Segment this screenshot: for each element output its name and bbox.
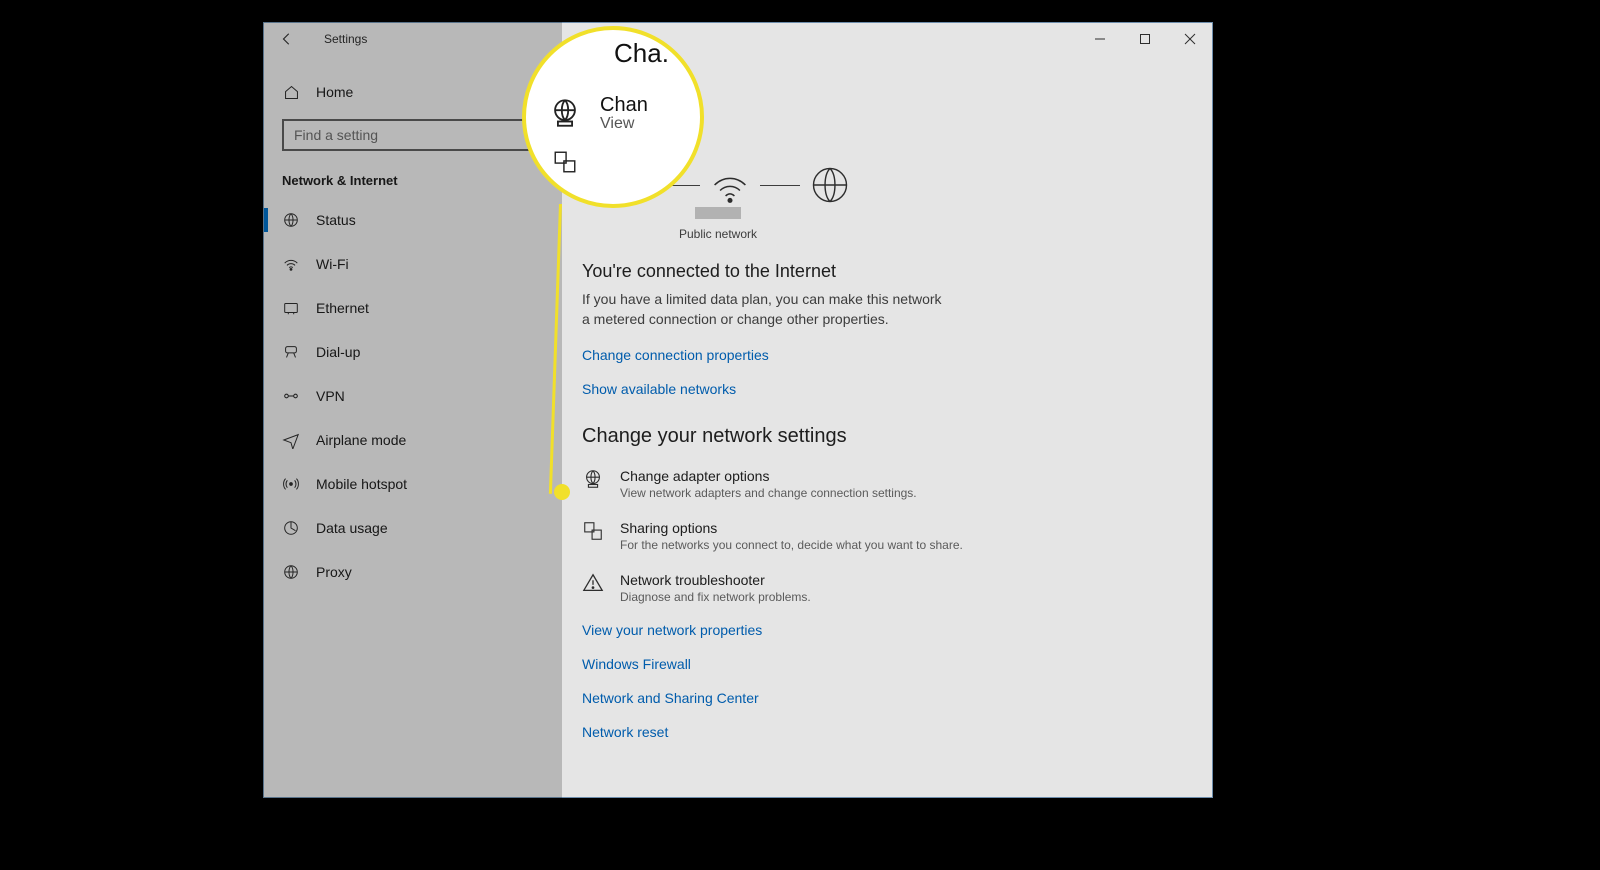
titlebar: Settings [264, 23, 1212, 55]
magnifier-option-sub: View [600, 115, 648, 133]
option-desc: For the networks you connect to, decide … [620, 538, 963, 552]
sidebar-item-label: Proxy [316, 564, 352, 580]
sidebar-item-label: Mobile hotspot [316, 476, 407, 492]
sidebar-item-label: Dial-up [316, 344, 360, 360]
option-desc: View network adapters and change connect… [620, 486, 917, 500]
wifi-graphic-icon [708, 163, 752, 207]
sidebar-item-datausage[interactable]: Data usage [264, 506, 562, 550]
proxy-icon [282, 563, 300, 581]
maximize-button[interactable] [1122, 23, 1167, 55]
redacted-ssid [695, 207, 741, 219]
option-desc: Diagnose and fix network problems. [620, 590, 811, 604]
sidebar-item-label: Airplane mode [316, 432, 406, 448]
sidebar-home[interactable]: Home [264, 73, 562, 111]
connected-body: If you have a limited data plan, you can… [582, 290, 952, 329]
link-windows-firewall[interactable]: Windows Firewall [582, 656, 1212, 672]
sidebar-item-label: Ethernet [316, 300, 369, 316]
wifi-icon [282, 255, 300, 273]
sidebar-item-ethernet[interactable]: Ethernet [264, 286, 562, 330]
sidebar-item-status[interactable]: Status [264, 198, 562, 242]
sidebar-item-hotspot[interactable]: Mobile hotspot [264, 462, 562, 506]
window-title: Settings [324, 32, 367, 46]
magnifier-option-title: Chan [600, 95, 648, 115]
search-input[interactable] [282, 119, 544, 151]
network-graphic [608, 163, 1212, 207]
search-box[interactable] [282, 119, 544, 151]
link-network-reset[interactable]: Network reset [582, 724, 1212, 740]
sharing-icon [582, 520, 604, 542]
network-type-label: Public network [679, 227, 757, 241]
adapter-icon [582, 468, 604, 490]
airplane-icon [282, 431, 300, 449]
hotspot-icon [282, 475, 300, 493]
datausage-icon [282, 519, 300, 537]
sidebar-item-label: Data usage [316, 520, 388, 536]
vpn-icon [282, 387, 300, 405]
link-view-network-properties[interactable]: View your network properties [582, 622, 1212, 638]
link-network-sharing-center[interactable]: Network and Sharing Center [582, 690, 1212, 706]
sidebar-item-label: Status [316, 212, 356, 228]
sidebar-item-dialup[interactable]: Dial-up [264, 330, 562, 374]
link-change-connection-properties[interactable]: Change connection properties [582, 347, 1212, 363]
magnifier-callout: Cha. Chan View [522, 26, 704, 208]
option-troubleshooter[interactable]: Network troubleshooter Diagnose and fix … [582, 572, 1212, 604]
option-sharing[interactable]: Sharing options For the networks you con… [582, 520, 1212, 552]
sidebar-item-label: VPN [316, 388, 345, 404]
option-change-adapter[interactable]: Change adapter options View network adap… [582, 468, 1212, 500]
troubleshoot-icon [582, 572, 604, 594]
option-title: Sharing options [620, 520, 963, 536]
sidebar-item-proxy[interactable]: Proxy [264, 550, 562, 594]
sidebar-item-vpn[interactable]: VPN [264, 374, 562, 418]
magnifier-heading-fragment: Cha. [614, 38, 669, 69]
sidebar: Home Network & Internet Status Wi-Fi Eth… [264, 55, 562, 797]
minimize-button[interactable] [1077, 23, 1122, 55]
callout-dot [554, 484, 570, 500]
option-title: Change adapter options [620, 468, 917, 484]
connected-heading: You're connected to the Internet [582, 261, 1212, 282]
close-button[interactable] [1167, 23, 1212, 55]
option-title: Network troubleshooter [620, 572, 811, 588]
sharing-icon-zoom [552, 149, 580, 177]
home-icon [282, 83, 300, 101]
settings-window: Settings Home Network & Internet Status [263, 22, 1213, 798]
sidebar-item-airplane[interactable]: Airplane mode [264, 418, 562, 462]
sidebar-item-wifi[interactable]: Wi-Fi [264, 242, 562, 286]
sidebar-category: Network & Internet [264, 165, 562, 198]
status-icon [282, 211, 300, 229]
sidebar-home-label: Home [316, 84, 353, 100]
sidebar-item-label: Wi-Fi [316, 256, 349, 272]
back-button[interactable] [272, 24, 302, 54]
adapter-icon-zoom [548, 96, 584, 132]
link-show-available-networks[interactable]: Show available networks [582, 381, 1212, 397]
change-settings-heading: Change your network settings [582, 425, 1212, 448]
network-label-block: Public network [678, 207, 758, 243]
ethernet-icon [282, 299, 300, 317]
dialup-icon [282, 343, 300, 361]
globe-graphic-icon [808, 163, 852, 207]
